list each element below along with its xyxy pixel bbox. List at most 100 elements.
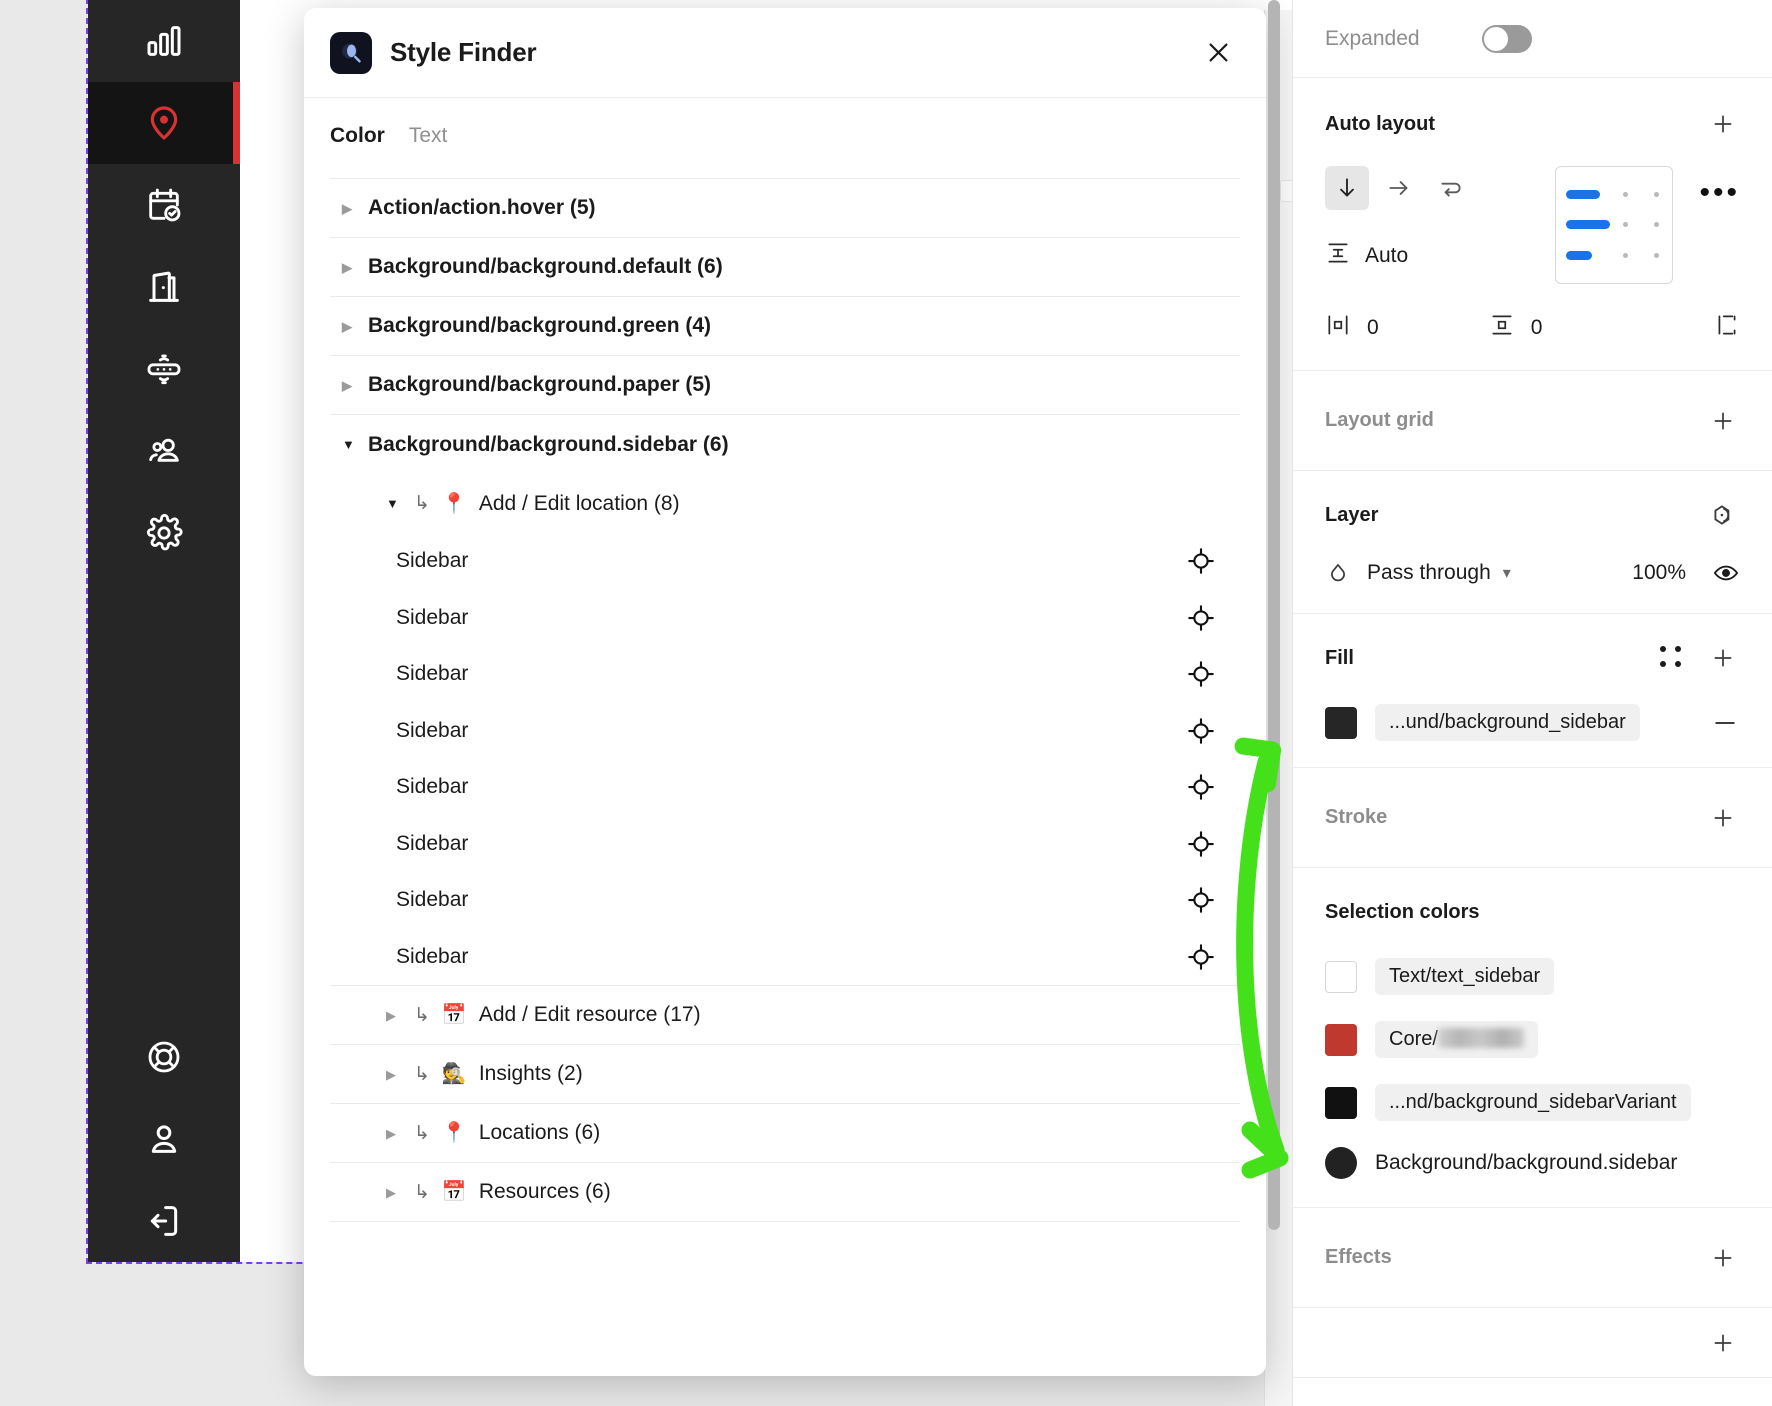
align-cell[interactable] <box>1641 253 1672 259</box>
arrow-right-icon[interactable] <box>1377 166 1421 210</box>
layer-controls: Pass through ▾ 100% <box>1325 559 1740 587</box>
align-cell[interactable] <box>1641 222 1672 228</box>
tree-child-row[interactable]: ▶ ↳ 📅 Add / Edit resource (17) <box>330 986 1240 1045</box>
selection-colors-header: Selection colors <box>1325 892 1740 932</box>
plus-icon[interactable] <box>1706 641 1740 675</box>
selection-color-row: Text/text_sidebar <box>1325 958 1740 995</box>
align-cell[interactable] <box>1566 220 1610 230</box>
plus-icon[interactable] <box>1706 1326 1740 1360</box>
more-horizontal-icon[interactable]: ••• <box>1699 166 1740 208</box>
align-cell[interactable] <box>1566 189 1610 199</box>
selection-color-swatch[interactable] <box>1325 1023 1357 1056</box>
tree-child-row[interactable]: ▶ ↳ 📍 Locations (6) <box>330 1104 1240 1163</box>
tree-child-row[interactable]: ▶ ↳ 📅 Resources (6) <box>330 1163 1240 1222</box>
spacing-control[interactable]: Auto <box>1325 240 1555 272</box>
tree-leaf-row[interactable]: Sidebar <box>330 929 1240 986</box>
subtree-hook-icon: ↳ <box>414 493 430 514</box>
target-icon[interactable] <box>1186 659 1216 689</box>
sidebar-item-bookings[interactable] <box>88 164 240 246</box>
tree-group-row[interactable]: ▶ Background/background.paper (5) <box>330 356 1240 415</box>
alignment-grid[interactable] <box>1555 166 1673 284</box>
tab-color[interactable]: Color <box>330 124 385 148</box>
selection-color-name[interactable]: Background/background.sidebar <box>1375 1151 1677 1175</box>
sidebar-item-help[interactable] <box>88 1016 240 1098</box>
horizontal-padding-icon <box>1325 312 1351 344</box>
arrow-down-icon[interactable] <box>1325 166 1369 210</box>
tree-leaf-row[interactable]: Sidebar <box>330 703 1240 760</box>
tree-group-row[interactable]: ▶ Background/background.default (6) <box>330 238 1240 297</box>
tree-leaf-row[interactable]: Sidebar <box>330 759 1240 816</box>
align-cell[interactable] <box>1566 251 1610 261</box>
target-icon[interactable] <box>1186 546 1216 576</box>
selection-color-swatch[interactable] <box>1325 1086 1357 1119</box>
sidebar-item-locations[interactable] <box>88 82 240 164</box>
sidebar-item-logout[interactable] <box>88 1180 240 1262</box>
minus-icon[interactable] <box>1710 708 1740 738</box>
sidebar-item-sensors[interactable] <box>88 328 240 410</box>
eye-icon[interactable] <box>1712 559 1740 587</box>
tab-text[interactable]: Text <box>409 124 448 148</box>
chevron-down-icon[interactable]: ▾ <box>1503 563 1511 583</box>
tree-leaf-row[interactable]: Sidebar <box>330 816 1240 873</box>
blend-mode-value[interactable]: Pass through <box>1367 561 1491 585</box>
selection-color-row: Core/ <box>1325 1021 1740 1058</box>
tree-leaf-row[interactable]: Sidebar <box>330 533 1240 590</box>
mask-icon[interactable] <box>1706 498 1740 532</box>
individual-padding-icon <box>1714 312 1740 344</box>
sidebar-item-rooms[interactable] <box>88 246 240 328</box>
target-icon[interactable] <box>1186 942 1216 972</box>
plus-icon[interactable] <box>1706 801 1740 835</box>
tree-leaf-row[interactable]: Sidebar <box>330 590 1240 647</box>
sidebar-item-settings[interactable] <box>88 492 240 574</box>
tree-leaf-row[interactable]: Sidebar <box>330 646 1240 703</box>
close-icon[interactable] <box>1196 31 1240 75</box>
tree-leaf-label: Sidebar <box>396 775 469 799</box>
plus-icon[interactable] <box>1706 107 1740 141</box>
wrap-icon[interactable] <box>1429 166 1473 210</box>
dialog-scrollbar-thumb[interactable] <box>1268 0 1280 1230</box>
calendar-emoji-icon: 📅 <box>441 1004 467 1026</box>
vertical-padding-value: 0 <box>1530 316 1543 339</box>
layer-opacity-value[interactable]: 100% <box>1632 561 1686 585</box>
dialog-scrollbar-track[interactable] <box>1266 0 1282 1262</box>
sidebar-item-people[interactable] <box>88 410 240 492</box>
vertical-padding-field[interactable]: 0 <box>1489 312 1543 344</box>
align-cell[interactable] <box>1610 222 1641 228</box>
selection-color-name[interactable]: ...nd/background_sidebarVariant <box>1375 1084 1691 1121</box>
sidebar-item-account[interactable] <box>88 1098 240 1180</box>
plus-icon[interactable] <box>1706 404 1740 438</box>
target-icon[interactable] <box>1186 885 1216 915</box>
stroke-title: Stroke <box>1325 806 1388 828</box>
fill-style-name[interactable]: ...und/background_sidebar <box>1375 704 1640 741</box>
align-cell[interactable] <box>1641 191 1672 197</box>
selection-color-swatch[interactable] <box>1325 960 1357 993</box>
align-cell[interactable] <box>1610 191 1641 197</box>
tree-leaf-row[interactable]: Sidebar <box>330 872 1240 929</box>
tree-group-row[interactable]: ▶ Action/action.hover (5) <box>330 179 1240 238</box>
target-icon[interactable] <box>1186 829 1216 859</box>
expanded-toggle[interactable] <box>1481 24 1532 53</box>
fill-color-swatch[interactable] <box>1325 706 1357 739</box>
four-dots-icon[interactable] <box>1660 646 1684 670</box>
tree-child-row[interactable]: ▶ ↳ 🕵️ Insights (2) <box>330 1045 1240 1104</box>
tree-group-row[interactable]: ▶ Background/background.green (4) <box>330 297 1240 356</box>
individual-padding-button[interactable] <box>1714 312 1740 344</box>
calendar-check-icon <box>144 185 184 225</box>
target-icon[interactable] <box>1186 603 1216 633</box>
sidebar-item-analytics[interactable] <box>88 0 240 82</box>
tree-leaf-label: Sidebar <box>396 718 469 742</box>
tree-group-row[interactable]: ▼ Background/background.sidebar (6) <box>330 415 1240 474</box>
selection-color-swatch[interactable] <box>1325 1147 1357 1179</box>
chevron-right-icon: ▶ <box>342 318 352 334</box>
selection-color-name[interactable]: Text/text_sidebar <box>1375 958 1555 995</box>
subtree-hook-icon: ↳ <box>414 1181 430 1203</box>
plus-icon[interactable] <box>1706 1241 1740 1275</box>
chevron-right-icon: ▶ <box>342 259 352 275</box>
horizontal-padding-field[interactable]: 0 <box>1325 312 1379 344</box>
target-icon[interactable] <box>1186 772 1216 802</box>
target-icon[interactable] <box>1186 716 1216 746</box>
align-cell[interactable] <box>1610 253 1641 259</box>
selection-color-name[interactable]: Core/ <box>1375 1021 1538 1058</box>
tree-leaf-label: Sidebar <box>396 549 469 573</box>
tree-child-row[interactable]: ▼ ↳ 📍 Add / Edit location (8) <box>330 474 1240 533</box>
